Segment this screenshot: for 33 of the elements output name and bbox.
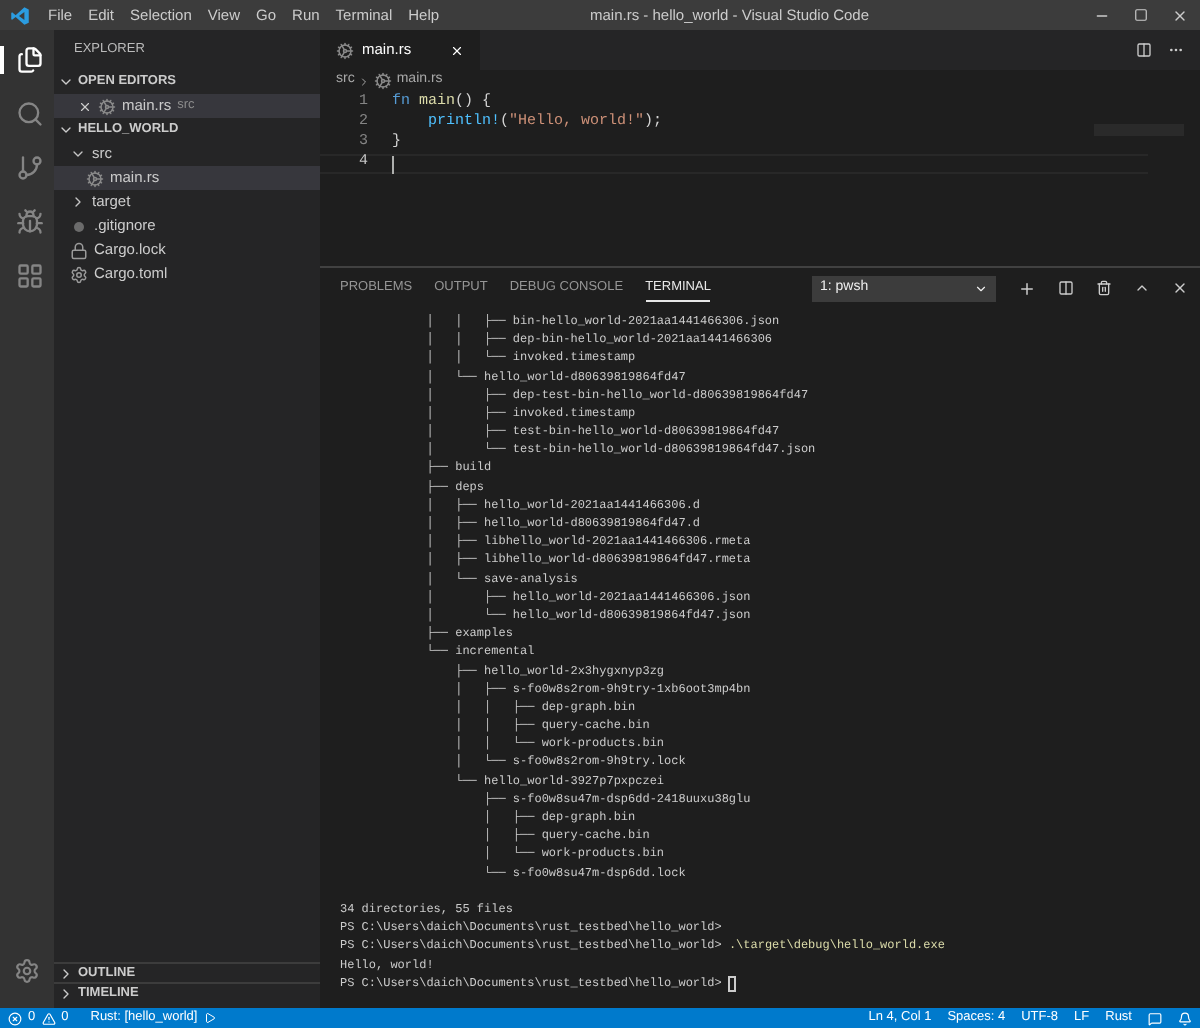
- trash-icon[interactable]: [1096, 280, 1112, 296]
- lock-file-icon: [70, 241, 88, 259]
- chevron-down-icon: [58, 74, 74, 90]
- gear-file-icon: [98, 97, 116, 115]
- run-debug-icon: [15, 208, 43, 236]
- play-icon[interactable]: [203, 1012, 216, 1024]
- feedback-icon[interactable]: [1148, 1011, 1162, 1025]
- source-control-icon: [15, 154, 43, 182]
- extensions-icon: [15, 262, 43, 290]
- gear-file-icon: [374, 72, 393, 90]
- close-icon[interactable]: [78, 99, 92, 113]
- chevron-right-icon: [358, 75, 371, 87]
- text-cursor: [392, 155, 394, 173]
- search-icon: [15, 100, 43, 128]
- plus-icon[interactable]: [1018, 279, 1036, 297]
- maximize-icon[interactable]: [1134, 8, 1148, 22]
- settings-file-icon: [70, 265, 88, 283]
- dot-file-icon: [74, 221, 84, 231]
- gear-file-icon: [86, 169, 104, 187]
- close-icon[interactable]: [1172, 7, 1188, 23]
- chevron-down-icon: [974, 281, 988, 295]
- split-terminal-icon[interactable]: [1058, 280, 1074, 296]
- chevron-up-icon[interactable]: [1134, 280, 1150, 296]
- files-icon: [15, 46, 43, 74]
- warning-icon: [41, 1011, 56, 1025]
- app-logo-icon: [10, 5, 30, 25]
- settings-icon[interactable]: [14, 958, 40, 984]
- gear-file-icon: [336, 41, 354, 59]
- error-icon: [8, 1011, 22, 1025]
- chevron-right-icon: [70, 194, 86, 210]
- split-editor-icon[interactable]: [1136, 42, 1152, 58]
- close-icon[interactable]: [1172, 280, 1188, 296]
- bell-icon[interactable]: [1178, 1011, 1192, 1025]
